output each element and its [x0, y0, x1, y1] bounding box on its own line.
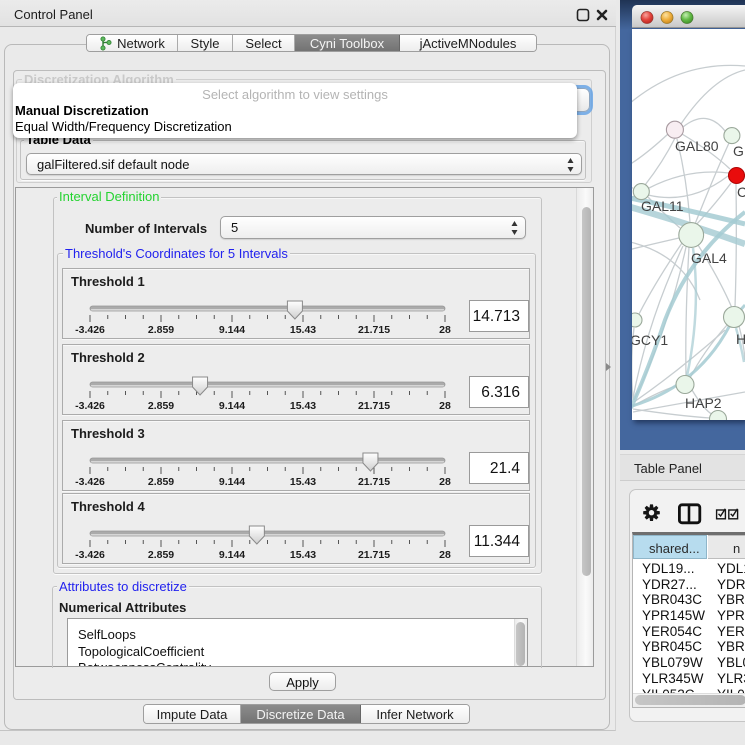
svg-text:2.859: 2.859 — [148, 400, 174, 412]
svg-text:2.859: 2.859 — [148, 324, 174, 336]
svg-text:GAL80: GAL80 — [675, 138, 719, 154]
svg-text:GCY1: GCY1 — [632, 332, 668, 348]
svg-text:28: 28 — [439, 549, 451, 561]
svg-text:-3.426: -3.426 — [75, 324, 105, 336]
svg-text:G: G — [733, 143, 744, 159]
svg-text:15.43: 15.43 — [290, 549, 316, 561]
svg-text:C: C — [737, 184, 745, 200]
svg-text:9.144: 9.144 — [219, 324, 245, 336]
svg-text:-3.426: -3.426 — [75, 400, 105, 412]
svg-text:28: 28 — [439, 324, 451, 336]
svg-text:21.715: 21.715 — [358, 549, 390, 561]
svg-text:HAP2: HAP2 — [685, 395, 722, 411]
svg-text:9.144: 9.144 — [219, 400, 245, 412]
svg-text:28: 28 — [439, 400, 451, 412]
svg-text:-3.426: -3.426 — [75, 476, 105, 488]
svg-text:28: 28 — [439, 476, 451, 488]
svg-text:9.144: 9.144 — [219, 476, 245, 488]
svg-text:H: H — [736, 331, 745, 347]
svg-text:15.43: 15.43 — [290, 400, 316, 412]
svg-text:9.144: 9.144 — [219, 549, 245, 561]
svg-text:GAL4: GAL4 — [691, 250, 727, 266]
svg-text:-3.426: -3.426 — [75, 549, 105, 561]
svg-text:21.715: 21.715 — [358, 324, 390, 336]
svg-text:2.859: 2.859 — [148, 476, 174, 488]
svg-text:2.859: 2.859 — [148, 549, 174, 561]
svg-text:15.43: 15.43 — [290, 476, 316, 488]
svg-text:21.715: 21.715 — [358, 476, 390, 488]
svg-text:GAL11: GAL11 — [641, 198, 684, 214]
svg-text:21.715: 21.715 — [358, 400, 390, 412]
svg-text:15.43: 15.43 — [290, 324, 316, 336]
